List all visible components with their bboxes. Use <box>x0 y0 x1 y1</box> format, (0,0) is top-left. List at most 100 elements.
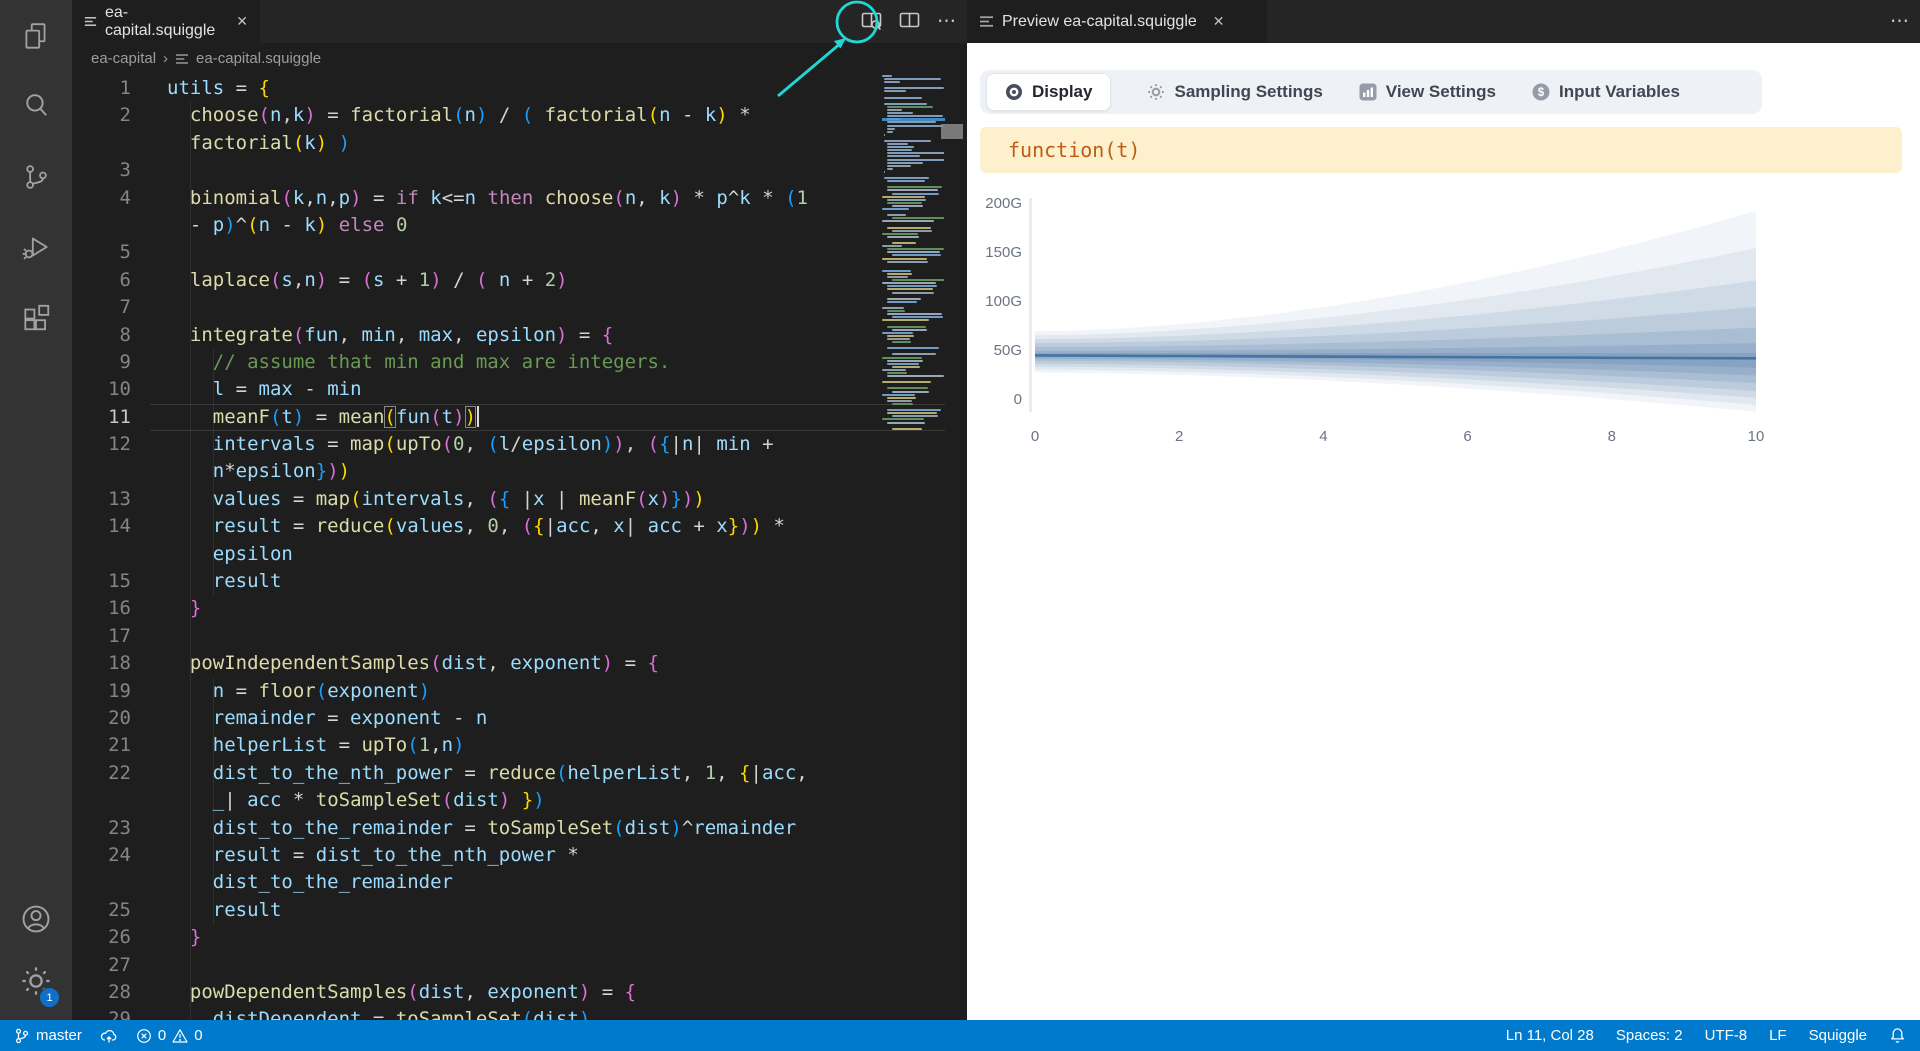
more-actions-icon[interactable]: ⋯ <box>937 10 957 33</box>
code-row[interactable]: epsilon <box>167 541 883 568</box>
code-row[interactable]: dist_to_the_nth_power = reduce(helperLis… <box>167 760 883 787</box>
code-row[interactable]: result = reduce(values, 0, ({|acc, x| ac… <box>167 513 883 540</box>
editor-code[interactable]: utils = { choose(n,k) = factorial(n) / (… <box>167 75 883 1020</box>
code-row[interactable]: _| acc * toSampleSet(dist) }) <box>167 787 883 814</box>
settings-gear-icon[interactable]: 1 <box>0 952 72 1010</box>
function-banner-label: function(t) <box>1008 138 1140 162</box>
minimap-line <box>887 251 940 253</box>
minimap-line <box>882 357 922 359</box>
git-branch-item[interactable]: master <box>14 1027 82 1044</box>
code-row[interactable]: intervals = map(upTo(0, (l/epsilon)), ({… <box>167 431 883 458</box>
code-row[interactable]: meanF(t) = mean(fun(t)) <box>167 404 883 431</box>
code-row[interactable]: l = max - min <box>167 376 883 403</box>
code-row[interactable] <box>167 239 883 266</box>
minimap-line <box>882 270 911 272</box>
breadcrumb-file[interactable]: ea-capital.squiggle <box>196 50 321 67</box>
minimap-line <box>882 75 892 77</box>
extensions-icon[interactable] <box>0 288 72 346</box>
open-preview-side-icon[interactable] <box>861 12 883 31</box>
eye-icon <box>1005 83 1023 101</box>
code-row[interactable]: - p)^(n - k) else 0 <box>167 212 883 239</box>
code-row[interactable]: } <box>167 595 883 622</box>
tab-input-variables[interactable]: $ Input Variables <box>1532 82 1680 102</box>
code-row[interactable]: helperList = upTo(1,n) <box>167 732 883 759</box>
tab-view-settings[interactable]: View Settings <box>1359 82 1496 102</box>
indentation[interactable]: Spaces: 2 <box>1616 1027 1683 1044</box>
more-actions-icon[interactable]: ⋯ <box>1890 10 1910 33</box>
minimap-line <box>887 387 928 389</box>
code-row[interactable]: factorial(k) ) <box>167 130 883 157</box>
close-icon[interactable]: ✕ <box>236 13 248 30</box>
code-row[interactable]: result = dist_to_the_nth_power * <box>167 842 883 869</box>
minimap-line <box>887 276 908 278</box>
code-row[interactable] <box>167 952 883 979</box>
minimap-line <box>882 245 902 247</box>
code-row[interactable]: values = map(intervals, ({ |x | meanF(x)… <box>167 486 883 513</box>
code-row[interactable]: distDependent = toSampleSet(dist) <box>167 1006 883 1020</box>
x-tick-label: 8 <box>1592 428 1632 445</box>
minimap-line <box>887 106 933 108</box>
search-icon[interactable] <box>0 76 72 134</box>
cursor-position[interactable]: Ln 11, Col 28 <box>1506 1027 1594 1044</box>
notifications-bell-icon[interactable] <box>1889 1027 1906 1044</box>
minimap-line <box>887 180 925 182</box>
tab-ea-capital-squiggle[interactable]: ea-capital.squiggle ✕ <box>72 0 260 43</box>
tab-preview[interactable]: Preview ea-capital.squiggle ✕ <box>967 0 1267 43</box>
code-row[interactable]: } <box>167 924 883 951</box>
tab-sampling-settings[interactable]: Sampling Settings <box>1147 82 1322 102</box>
code-row[interactable]: powDependentSamples(dist, exponent) = { <box>167 979 883 1006</box>
minimap-line <box>882 258 927 260</box>
minimap-line <box>892 205 923 207</box>
code-row[interactable]: dist_to_the_remainder = toSampleSet(dist… <box>167 815 883 842</box>
run-debug-icon[interactable] <box>0 218 72 276</box>
code-row[interactable]: powIndependentSamples(dist, exponent) = … <box>167 650 883 677</box>
close-icon[interactable]: ✕ <box>1213 13 1225 30</box>
eol[interactable]: LF <box>1769 1027 1787 1044</box>
tab-display[interactable]: Display <box>986 73 1111 111</box>
y-tick-label: 0 <box>972 391 1022 408</box>
code-row[interactable]: binomial(k,n,p) = if k<=n then choose(n,… <box>167 185 883 212</box>
breadcrumb[interactable]: ea-capital › ea-capital.squiggle <box>72 43 986 74</box>
minimap-current-line <box>882 118 945 121</box>
minimap-line <box>892 292 934 294</box>
minimap-line <box>887 412 937 414</box>
code-row[interactable]: result <box>167 897 883 924</box>
chevron-right-icon: › <box>163 50 168 67</box>
minimap-line <box>882 418 924 420</box>
scrollbar-handle[interactable] <box>941 124 963 139</box>
warning-count: 0 <box>194 1027 202 1044</box>
split-editor-icon[interactable] <box>899 12 921 31</box>
branch-name: master <box>36 1027 82 1044</box>
code-row[interactable]: n = floor(exponent) <box>167 678 883 705</box>
minimap[interactable] <box>882 75 944 505</box>
code-row[interactable]: dist_to_the_remainder <box>167 869 883 896</box>
source-control-icon[interactable] <box>0 148 72 206</box>
minimap-line <box>887 273 912 275</box>
breadcrumb-folder[interactable]: ea-capital <box>91 50 156 67</box>
publish-item[interactable] <box>100 1028 118 1044</box>
code-row[interactable]: integrate(fun, min, max, epsilon) = { <box>167 322 883 349</box>
problems-item[interactable]: 0 0 <box>136 1027 203 1044</box>
minimap-line <box>887 360 923 362</box>
minimap-line <box>887 400 912 402</box>
code-row[interactable]: utils = { <box>167 75 883 102</box>
encoding[interactable]: UTF-8 <box>1705 1027 1748 1044</box>
minimap-line <box>892 391 929 393</box>
code-row[interactable] <box>167 157 883 184</box>
minimap-line <box>887 186 942 188</box>
language-mode[interactable]: Squiggle <box>1809 1027 1867 1044</box>
code-row[interactable]: // assume that min and max are integers. <box>167 349 883 376</box>
code-row[interactable]: remainder = exponent - n <box>167 705 883 732</box>
explorer-icon[interactable] <box>0 8 72 66</box>
code-row[interactable]: laplace(s,n) = (s + 1) / ( n + 2) <box>167 267 883 294</box>
editor-tab-bar: ea-capital.squiggle ✕ ⋯ <box>72 0 967 43</box>
code-row[interactable] <box>167 623 883 650</box>
squiggle-file-icon <box>175 53 189 65</box>
cloud-upload-icon <box>100 1028 118 1044</box>
code-row[interactable] <box>167 294 883 321</box>
accounts-icon[interactable] <box>0 890 72 948</box>
code-row[interactable]: result <box>167 568 883 595</box>
dollar-icon: $ <box>1532 83 1550 101</box>
code-row[interactable]: n*epsilon})) <box>167 458 883 485</box>
code-row[interactable]: choose(n,k) = factorial(n) / ( factorial… <box>167 102 883 129</box>
